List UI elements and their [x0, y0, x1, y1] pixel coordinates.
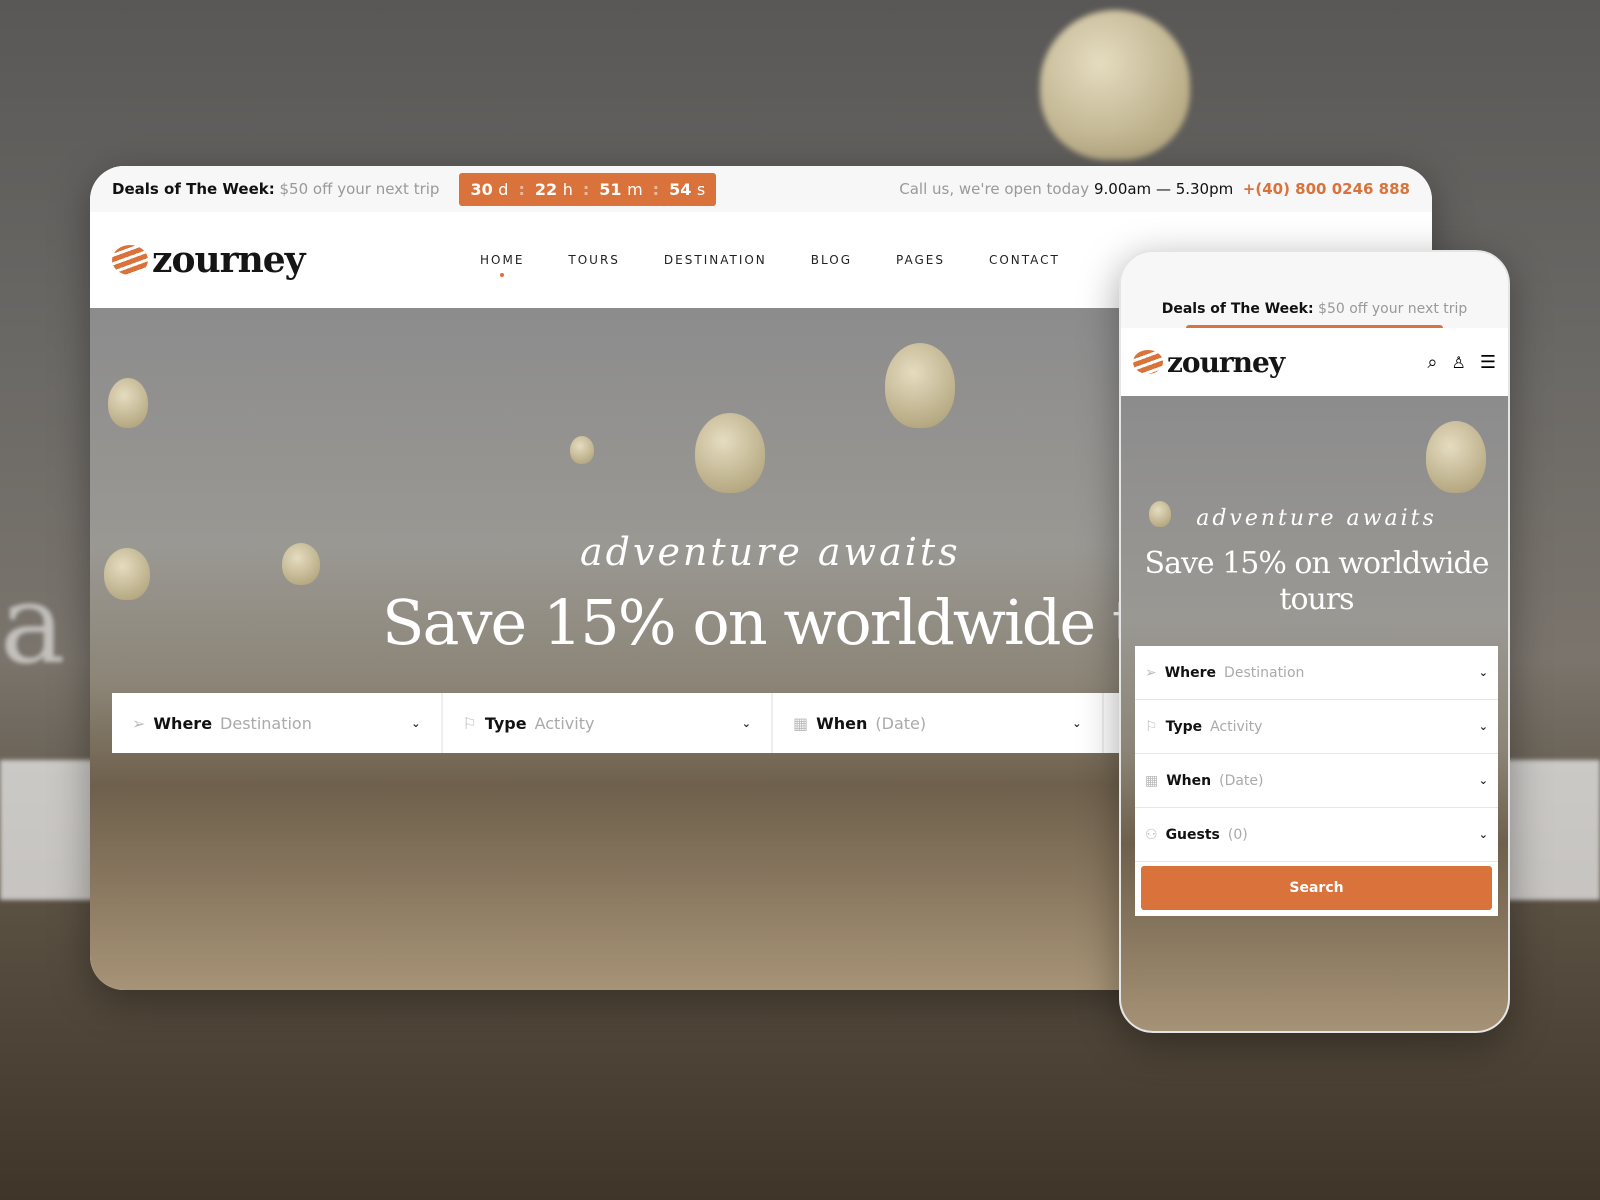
mobile-preview: Deals of The Week: $50 off your next tri…	[1119, 250, 1510, 1033]
phone-link[interactable]: +(40) 800 0246 888	[1243, 180, 1410, 198]
search-icon[interactable]: ⌕	[1427, 352, 1437, 373]
hero: adventure awaits Save 15% on worldwide t…	[1121, 396, 1508, 1031]
chevron-down-icon: ⌄	[1478, 774, 1488, 787]
search-button[interactable]: Search	[1141, 866, 1492, 910]
timer-h: 22 h	[535, 180, 573, 199]
search-form: ➢ Where Destination ⌄ ⚐ Type Activity ⌄ ▦ When (Da…	[1135, 646, 1498, 916]
timer-value: 30	[470, 179, 493, 199]
logo-text: zourney	[152, 239, 306, 281]
balloon	[1426, 421, 1486, 493]
timer-s: 54 s	[669, 180, 705, 199]
field-label: Where	[1164, 664, 1217, 681]
nav-tours[interactable]: TOURS	[568, 253, 620, 267]
logo-text: zourney	[1167, 345, 1285, 379]
chevron-down-icon: ⌄	[1478, 720, 1488, 733]
field-placeholder: (0)	[1227, 826, 1248, 843]
logo[interactable]: zourney	[112, 239, 306, 281]
field-label: When	[816, 713, 868, 733]
field-placeholder: Activity	[1210, 718, 1263, 735]
chevron-down-icon: ⌄	[741, 716, 751, 730]
balloon	[282, 543, 320, 585]
timer-d: 30 d	[470, 180, 508, 199]
field-label: Where	[153, 713, 213, 733]
logo-icon	[1133, 350, 1163, 374]
chevron-down-icon: ⌄	[1072, 716, 1082, 730]
nav-home[interactable]: HOME	[480, 253, 524, 277]
timer-value: 51	[599, 179, 622, 199]
calendar-icon: ▦	[793, 713, 809, 733]
field-type[interactable]: ⚐ Type Activity ⌄	[442, 693, 771, 753]
field-label: When	[1166, 772, 1212, 789]
timer-separator: :	[518, 179, 525, 199]
nav-destination[interactable]: DESTINATION	[664, 253, 767, 267]
menu-icon[interactable]: ☰	[1480, 352, 1496, 373]
deals-bar: Deals of The Week: $50 off your next tri…	[90, 166, 1432, 212]
deal-line: Deals of The Week: $50 off your next tri…	[1162, 301, 1468, 317]
logo-icon	[112, 245, 148, 275]
field-guests[interactable]: ⚇ Guests (0) ⌄	[1135, 808, 1498, 862]
logo[interactable]: zourney	[1133, 345, 1285, 379]
field-placeholder: (Date)	[875, 713, 927, 733]
timer-unit: m	[627, 179, 643, 199]
timer-separator: :	[582, 179, 590, 199]
users-icon: ⚇	[1145, 826, 1158, 843]
chevron-down-icon: ⌄	[1478, 828, 1488, 841]
flag-icon: ⚐	[1145, 718, 1158, 735]
chevron-down-icon: ⌄	[411, 716, 421, 730]
field-label: Type	[484, 713, 527, 733]
hero-script: adventure awaits	[580, 530, 961, 574]
balloon	[885, 343, 955, 428]
field-placeholder: Destination	[1224, 664, 1305, 681]
nav-pages[interactable]: PAGES	[896, 253, 945, 267]
nav-contact[interactable]: CONTACT	[989, 253, 1060, 267]
field-type[interactable]: ⚐ Type Activity ⌄	[1135, 700, 1498, 754]
call-text: Call us, we're open today	[899, 180, 1090, 198]
field-when[interactable]: ▦ When (Date) ⌄	[1135, 754, 1498, 808]
balloon	[104, 548, 150, 600]
timer-separator: :	[652, 179, 660, 199]
balloon	[570, 436, 594, 464]
field-where[interactable]: ➢ Where Destination ⌄	[112, 693, 441, 753]
deal-label: Deals of The Week:	[1161, 300, 1314, 317]
deal-text: $50 off your next trip	[279, 180, 440, 198]
calendar-icon: ▦	[1145, 772, 1159, 789]
balloon	[108, 378, 148, 428]
field-where[interactable]: ➢ Where Destination ⌄	[1135, 646, 1498, 700]
timer-m: 51 m	[599, 180, 642, 199]
background-balloon	[1040, 10, 1190, 160]
timer-unit: s	[696, 179, 706, 199]
timer-value: 54	[669, 179, 692, 199]
nav-blog[interactable]: BLOG	[811, 253, 852, 267]
hero-headline: Save 15% on worldwide tours	[1144, 546, 1490, 617]
send-icon: ➢	[132, 713, 146, 733]
hours: 9.00am — 5.30pm	[1093, 180, 1234, 198]
field-when[interactable]: ▦ When (Date) ⌄	[773, 693, 1102, 753]
header: zourney ⌕ ♙ ☰	[1121, 328, 1508, 396]
chevron-down-icon: ⌄	[1478, 666, 1488, 679]
deal-text: $50 off your next trip	[1318, 300, 1468, 317]
timer-value: 22	[534, 179, 558, 199]
background-text: a	[0, 560, 66, 688]
field-placeholder: (Date)	[1219, 772, 1264, 789]
hero-script: adventure awaits	[1196, 506, 1437, 531]
send-icon: ➢	[1145, 664, 1157, 681]
main-nav: HOME TOURS DESTINATION BLOG PAGES CONTACT	[480, 253, 1060, 277]
field-label: Guests	[1165, 826, 1220, 843]
field-placeholder: Activity	[534, 713, 595, 733]
timer-unit: d	[498, 179, 509, 199]
flag-icon: ⚐	[462, 713, 477, 733]
countdown-timer: 30 d:22 h:51 m:54 s	[459, 172, 717, 206]
field-placeholder: Destination	[220, 713, 312, 733]
user-icon[interactable]: ♙	[1452, 353, 1466, 372]
balloon	[695, 413, 765, 493]
active-dot	[500, 273, 505, 277]
field-label: Type	[1165, 718, 1203, 735]
timer-unit: h	[562, 179, 573, 199]
deal-label: Deals of The Week:	[112, 180, 275, 198]
